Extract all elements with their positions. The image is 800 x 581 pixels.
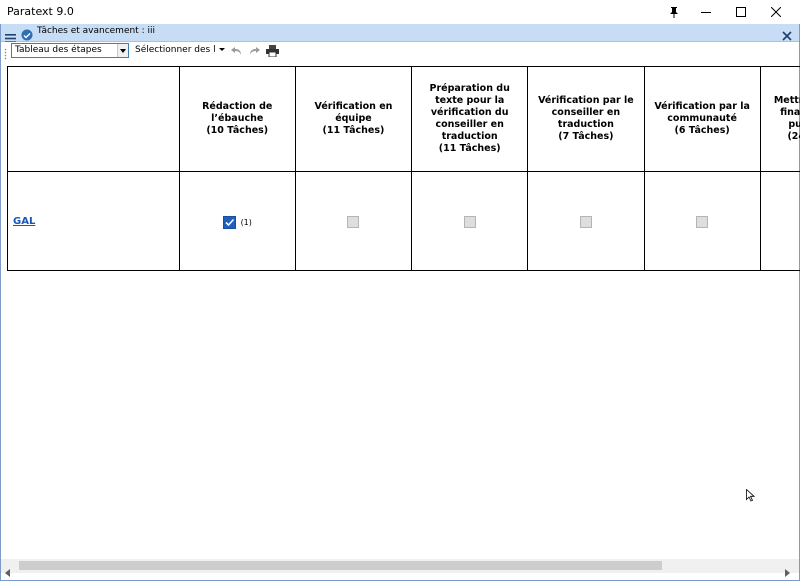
stage-view-value: Tableau des étapes (15, 44, 102, 57)
disabled-checkbox (347, 216, 359, 228)
stage-header-row: Rédaction del’ébauche(10 Tâches) Vérific… (8, 67, 800, 172)
disabled-checkbox (580, 216, 592, 228)
task-count: (1) (241, 218, 252, 227)
chevron-down-icon (219, 44, 225, 58)
stage-table-container: Rédaction del’ébauche(10 Tâches) Vérific… (7, 66, 800, 271)
stage-header[interactable]: Vérification enéquipe(11 Tâches) (295, 67, 411, 172)
mouse-cursor-icon (746, 487, 755, 506)
stage-header[interactable]: Mettre la touchefinale avant lapublicati… (760, 67, 800, 172)
disabled-checkbox (464, 216, 476, 228)
toolbar: Tableau des étapes Sélectionner des livr… (1, 42, 799, 60)
window-titlebar: Paratext 9.0 (0, 0, 800, 24)
book-link-gal[interactable]: GAL (8, 172, 180, 271)
stage-table: Rédaction del’ébauche(10 Tâches) Vérific… (7, 66, 800, 271)
stage-header[interactable]: Rédaction del’ébauche(10 Tâches) (179, 67, 295, 172)
pin-icon[interactable] (657, 0, 691, 24)
scroll-left-icon[interactable] (5, 562, 10, 581)
stage-header[interactable]: Préparation dutexte pour lavérification … (412, 67, 528, 172)
app-title: Paratext 9.0 (7, 5, 74, 18)
stage-header[interactable]: Vérification par lacommunauté(6 Tâches) (644, 67, 760, 172)
chevron-down-icon (117, 44, 128, 57)
minimize-button[interactable] (689, 0, 723, 24)
stage-cell[interactable]: (1) (179, 172, 295, 271)
scrollbar-thumb[interactable] (19, 561, 662, 570)
stage-cell[interactable] (412, 172, 528, 271)
stage-cell[interactable] (528, 172, 644, 271)
print-icon[interactable] (265, 44, 279, 58)
stage-cell[interactable] (760, 172, 800, 271)
panel-header: Tâches et avancement : iii (1, 24, 799, 42)
book-column-header (8, 67, 180, 172)
checked-checkbox[interactable] (223, 216, 236, 229)
book-selector-dropdown[interactable]: Sélectionner des livres (133, 43, 227, 58)
stage-cell[interactable] (644, 172, 760, 271)
maximize-button[interactable] (724, 0, 758, 24)
stage-cell[interactable] (295, 172, 411, 271)
disabled-checkbox (696, 216, 708, 228)
panel-title: Tâches et avancement : iii (37, 26, 155, 36)
scroll-right-icon[interactable] (785, 562, 790, 581)
stage-view-dropdown[interactable]: Tableau des étapes (11, 43, 129, 58)
stage-header[interactable]: Vérification par leconseiller entraducti… (528, 67, 644, 172)
close-window-button[interactable] (759, 0, 793, 24)
undo-icon[interactable] (230, 44, 244, 58)
toolbar-grip-icon (4, 45, 7, 64)
table-row: GAL (1) (8, 172, 800, 271)
book-selector-label: Sélectionner des livres (135, 44, 215, 57)
redo-icon[interactable] (247, 44, 261, 58)
horizontal-scrollbar[interactable] (1, 559, 799, 573)
